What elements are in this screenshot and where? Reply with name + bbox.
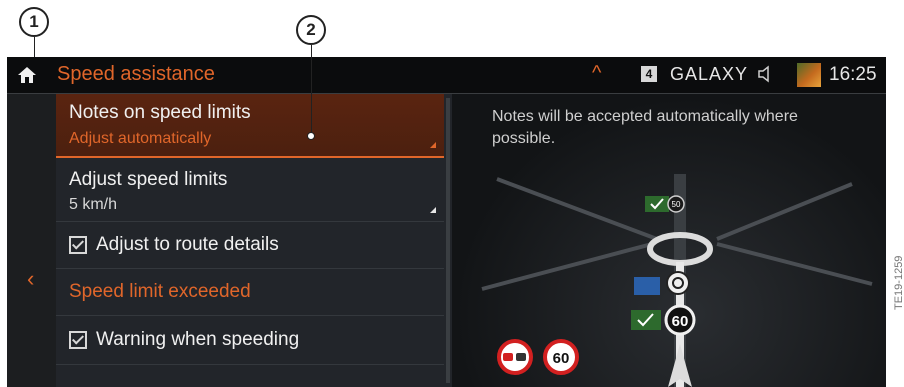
menu-item-adjust-speed-limits[interactable]: Adjust speed limits 5 km/h (56, 158, 444, 222)
callout-2-dot (307, 132, 315, 140)
page-title: Speed assistance (57, 63, 215, 85)
callout-2-leader (311, 45, 312, 133)
back-chevron-icon[interactable]: ‹ (27, 266, 34, 292)
menu-item-label: Adjust to route details (96, 234, 279, 255)
menu-item-warning-when-speeding[interactable]: Warning when speeding (56, 316, 444, 365)
section-heading: Speed limit exceeded (69, 281, 251, 302)
callout-2: 2 (296, 15, 326, 45)
menu-item-label: Warning when speeding (96, 329, 300, 350)
back-panel[interactable]: ‹ (7, 94, 56, 387)
speaker-icon (758, 65, 769, 83)
callout-1: 1 (19, 7, 49, 37)
checkbox-icon[interactable] (69, 236, 87, 254)
menu-item-label: Notes on speed limits (69, 102, 251, 123)
menu-item-label: Adjust speed limits (69, 169, 228, 190)
image-code: TE19-1259 (893, 255, 904, 310)
navigation-scene: 50 60 60 (481, 174, 873, 387)
radio-preset-badge: 4 (641, 66, 657, 82)
status-bar: Speed assistance ^ 4 GALAXY 16:25 (7, 57, 886, 94)
idrive-screen: Speed assistance ^ 4 GALAXY 16:25 ‹ Note… (7, 57, 886, 387)
section-heading-speed-limit-exceeded: Speed limit exceeded (56, 269, 444, 316)
checkbox-icon[interactable] (69, 331, 87, 349)
speed-sign-small-label: 50 (672, 200, 681, 209)
album-art (797, 63, 821, 87)
speed-sign-large-label: 60 (672, 313, 689, 330)
menu-item-notes-on-speed-limits[interactable]: Notes on speed limits Adjust automatical… (56, 94, 444, 158)
menu-scrollbar[interactable] (446, 98, 450, 383)
menu-item-value: Adjust automatically (69, 130, 212, 147)
speed-sign-bottom-label: 60 (553, 350, 570, 367)
submenu-corner-icon (430, 207, 436, 213)
home-icon[interactable] (17, 66, 37, 84)
info-panel: Notes will be accepted automatically whe… (452, 94, 886, 387)
settings-menu: Notes on speed limits Adjust automatical… (56, 94, 452, 387)
menu-item-adjust-to-route-details[interactable]: Adjust to route details (56, 222, 444, 269)
submenu-corner-icon (430, 142, 436, 148)
clock: 16:25 (829, 64, 877, 85)
chevron-up-icon[interactable]: ^ (592, 62, 601, 85)
radio-station-name: GALAXY (670, 64, 749, 84)
menu-item-value: 5 km/h (69, 196, 118, 213)
